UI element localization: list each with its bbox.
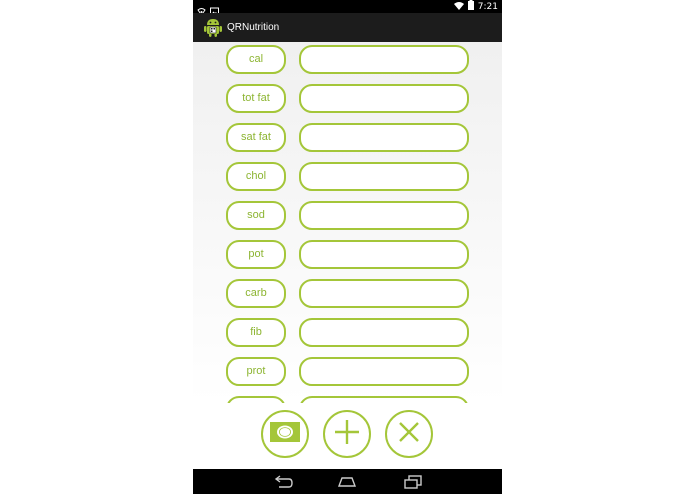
input-prot[interactable] [299,357,469,386]
input-carb[interactable] [299,279,469,308]
home-icon[interactable] [337,474,357,490]
field-row-chol: chol [193,162,502,191]
label-tot-fat[interactable]: tot fat [226,84,286,113]
field-row-sat-fat: sat fat [193,123,502,152]
label-pot[interactable]: pot [226,240,286,269]
input-sod[interactable] [299,201,469,230]
close-icon [398,421,420,447]
field-row-sod: sod [193,201,502,230]
label-carb[interactable]: carb [226,279,286,308]
label-sat-fat[interactable]: sat fat [226,123,286,152]
field-row-pot: pot [193,240,502,269]
back-icon[interactable] [273,474,293,490]
android-robot-icon[interactable] [202,16,224,38]
nutrition-form[interactable]: cal tot fat sat fat chol sod pot carb fi… [193,42,502,403]
field-row-carb: carb [193,279,502,308]
navigation-bar [193,469,502,494]
input-pot[interactable] [299,240,469,269]
field-row-prot: prot [193,357,502,386]
input-tot-fat[interactable] [299,84,469,113]
clear-button[interactable] [385,410,433,458]
add-button[interactable] [323,410,371,458]
app-title: QRNutrition [227,22,280,33]
recent-apps-icon[interactable] [403,474,423,490]
input-cal[interactable] [299,45,469,74]
field-row-tot-fat: tot fat [193,84,502,113]
input-fib[interactable] [299,318,469,347]
field-row-cal: cal [193,45,502,74]
label-prot[interactable]: prot [226,357,286,386]
status-bar: 7:21 [193,0,502,16]
label-cal[interactable]: cal [226,45,286,74]
plus-icon [334,419,360,449]
camera-button[interactable] [261,410,309,458]
input-sat-fat[interactable] [299,123,469,152]
field-row-fib: fib [193,318,502,347]
label-fib[interactable]: fib [226,318,286,347]
input-partial[interactable] [299,396,469,403]
camera-icon [270,422,300,446]
label-sod[interactable]: sod [226,201,286,230]
field-row-partial [193,396,502,403]
label-chol[interactable]: chol [226,162,286,191]
label-partial[interactable] [226,396,286,403]
bottom-controls [193,403,502,469]
input-chol[interactable] [299,162,469,191]
action-bar: QRNutrition [193,13,502,42]
device-screen: 7:21 QRNutrition cal tot fat sat fat cho… [193,0,502,494]
